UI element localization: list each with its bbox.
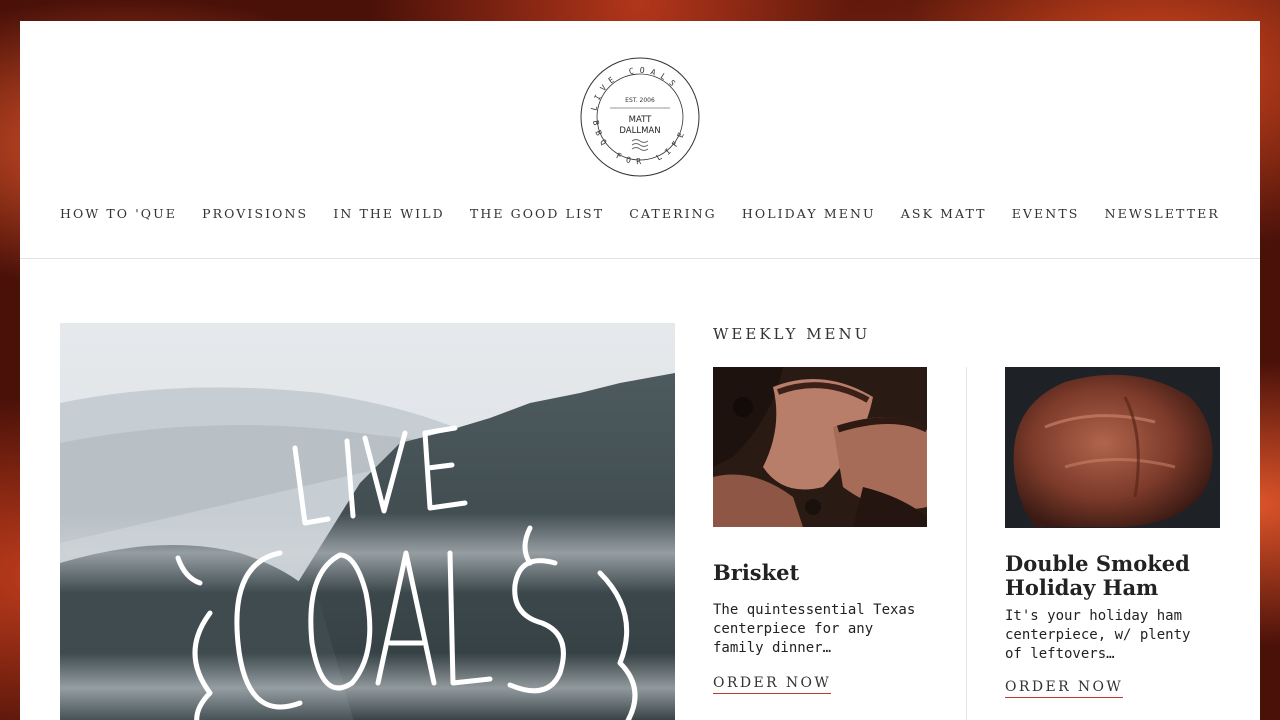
ham-image[interactable]: [1005, 367, 1220, 528]
menu-card-holiday-ham: Double Smoked Holiday Ham It's your holi…: [1005, 367, 1220, 720]
main-nav: HOW TO 'QUE PROVISIONS IN THE WILD THE G…: [60, 206, 1220, 221]
logo-ring-top: LIVE COALS: [589, 66, 675, 112]
misty-forest-image: [60, 323, 675, 720]
ham-description: It's your holiday ham centerpiece, w/ pl…: [1005, 608, 1191, 662]
page-container: LIVE COALS BBQ FOR LIFE EST. 2006 MATT D…: [20, 21, 1260, 720]
card-divider: [966, 367, 967, 720]
brisket-description: The quintessential Texas centerpiece for…: [713, 602, 916, 656]
weekly-menu-title: WEEKLY MENU: [713, 325, 871, 343]
nav-item-holiday-menu[interactable]: HOLIDAY MENU: [742, 206, 876, 221]
logo-badge-icon: LIVE COALS BBQ FOR LIFE EST. 2006 MATT D…: [580, 57, 700, 177]
brisket-image[interactable]: [713, 367, 927, 527]
nav-item-catering[interactable]: CATERING: [629, 206, 716, 221]
nav-item-provisions[interactable]: PROVISIONS: [202, 206, 308, 221]
nav-item-events[interactable]: EVENTS: [1012, 206, 1080, 221]
brisket-photo: [713, 367, 927, 527]
brisket-order-button[interactable]: ORDER NOW: [713, 675, 832, 694]
logo-name-line1: MATT: [629, 115, 653, 125]
brisket-title[interactable]: Brisket: [713, 561, 799, 585]
ham-title[interactable]: Double Smoked Holiday Ham: [1005, 552, 1220, 600]
header-divider: [20, 258, 1260, 259]
menu-card-brisket: Brisket The quintessential Texas centerp…: [713, 367, 927, 720]
ham-photo: [1005, 367, 1220, 528]
nav-item-newsletter[interactable]: NEWSLETTER: [1105, 206, 1220, 221]
nav-item-ask-matt[interactable]: ASK MATT: [901, 206, 987, 221]
ham-order-button[interactable]: ORDER NOW: [1005, 679, 1124, 698]
nav-item-the-good-list[interactable]: THE GOOD LIST: [470, 206, 604, 221]
site-logo[interactable]: LIVE COALS BBQ FOR LIFE EST. 2006 MATT D…: [579, 56, 701, 178]
nav-item-how-to-que[interactable]: HOW TO 'QUE: [60, 206, 177, 221]
hero-image[interactable]: [60, 323, 675, 720]
logo-name-line2: DALLMAN: [619, 126, 660, 136]
svg-text:LIVE COALS: LIVE COALS: [589, 66, 681, 112]
logo-est: EST. 2006: [625, 97, 655, 104]
nav-item-in-the-wild[interactable]: IN THE WILD: [333, 206, 444, 221]
